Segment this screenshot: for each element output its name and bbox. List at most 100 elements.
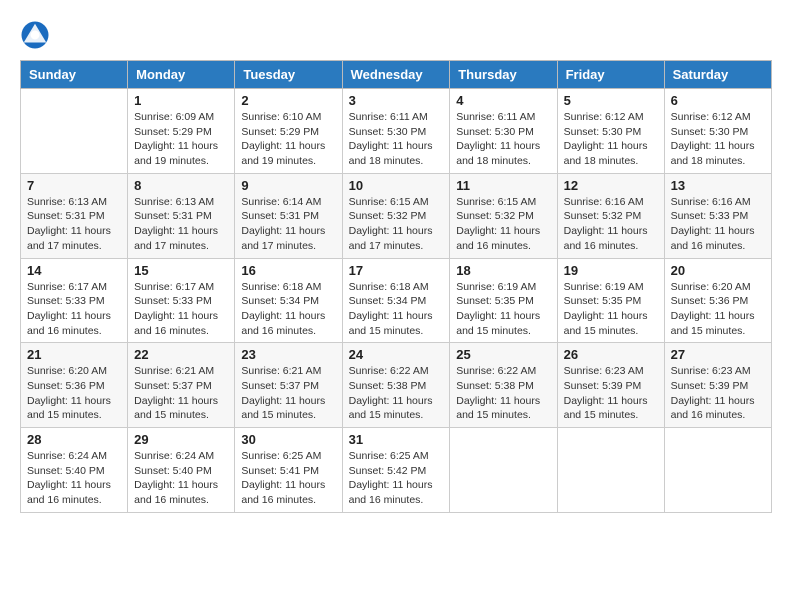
calendar-table: SundayMondayTuesdayWednesdayThursdayFrid…	[20, 60, 772, 513]
day-number: 9	[241, 178, 335, 193]
day-info: Sunrise: 6:25 AM Sunset: 5:41 PM Dayligh…	[241, 449, 335, 508]
day-info: Sunrise: 6:13 AM Sunset: 5:31 PM Dayligh…	[27, 195, 121, 254]
day-cell: 20 Sunrise: 6:20 AM Sunset: 5:36 PM Dayli…	[664, 258, 771, 343]
day-cell: 10Sunrise: 6:15 AM Sunset: 5:32 PM Dayli…	[342, 173, 450, 258]
day-number: 7	[27, 178, 121, 193]
day-cell: 1Sunrise: 6:09 AM Sunset: 5:29 PM Daylig…	[128, 89, 235, 174]
col-header-tuesday: Tuesday	[235, 61, 342, 89]
day-number: 27	[671, 347, 765, 362]
day-cell: 8 Sunrise: 6:13 AM Sunset: 5:31 PM Daylig…	[128, 173, 235, 258]
day-cell: 9 Sunrise: 6:14 AM Sunset: 5:31 PM Daylig…	[235, 173, 342, 258]
day-info: Sunrise: 6:17 AM Sunset: 5:33 PM Dayligh…	[134, 280, 228, 339]
day-cell	[664, 428, 771, 513]
page-header	[20, 20, 772, 50]
day-info: Sunrise: 6:18 AM Sunset: 5:34 PM Dayligh…	[349, 280, 444, 339]
day-info: Sunrise: 6:15 AM Sunset: 5:32 PM Dayligh…	[456, 195, 550, 254]
day-cell: 22Sunrise: 6:21 AM Sunset: 5:37 PM Dayli…	[128, 343, 235, 428]
day-number: 3	[349, 93, 444, 108]
day-number: 24	[349, 347, 444, 362]
day-info: Sunrise: 6:21 AM Sunset: 5:37 PM Dayligh…	[241, 364, 335, 423]
day-cell: 26 Sunrise: 6:23 AM Sunset: 5:39 PM Dayli…	[557, 343, 664, 428]
day-number: 25	[456, 347, 550, 362]
day-number: 8	[134, 178, 228, 193]
day-number: 20	[671, 263, 765, 278]
day-info: Sunrise: 6:18 AM Sunset: 5:34 PM Dayligh…	[241, 280, 335, 339]
day-info: Sunrise: 6:14 AM Sunset: 5:31 PM Dayligh…	[241, 195, 335, 254]
week-row-4: 21Sunrise: 6:20 AM Sunset: 5:36 PM Dayli…	[21, 343, 772, 428]
col-header-wednesday: Wednesday	[342, 61, 450, 89]
day-info: Sunrise: 6:11 AM Sunset: 5:30 PM Dayligh…	[456, 110, 550, 169]
day-info: Sunrise: 6:12 AM Sunset: 5:30 PM Dayligh…	[671, 110, 765, 169]
day-number: 4	[456, 93, 550, 108]
day-cell: 18 Sunrise: 6:19 AM Sunset: 5:35 PM Dayli…	[450, 258, 557, 343]
day-number: 19	[564, 263, 658, 278]
col-header-friday: Friday	[557, 61, 664, 89]
day-number: 26	[564, 347, 658, 362]
day-number: 28	[27, 432, 121, 447]
calendar-body: 1Sunrise: 6:09 AM Sunset: 5:29 PM Daylig…	[21, 89, 772, 513]
day-cell: 7 Sunrise: 6:13 AM Sunset: 5:31 PM Daylig…	[21, 173, 128, 258]
day-info: Sunrise: 6:19 AM Sunset: 5:35 PM Dayligh…	[456, 280, 550, 339]
day-info: Sunrise: 6:09 AM Sunset: 5:29 PM Dayligh…	[134, 110, 228, 169]
logo-icon	[20, 20, 50, 50]
day-info: Sunrise: 6:23 AM Sunset: 5:39 PM Dayligh…	[564, 364, 658, 423]
day-cell: 23 Sunrise: 6:21 AM Sunset: 5:37 PM Dayli…	[235, 343, 342, 428]
day-cell: 12 Sunrise: 6:16 AM Sunset: 5:32 PM Dayli…	[557, 173, 664, 258]
col-header-monday: Monday	[128, 61, 235, 89]
day-number: 23	[241, 347, 335, 362]
day-cell: 16 Sunrise: 6:18 AM Sunset: 5:34 PM Dayli…	[235, 258, 342, 343]
logo	[20, 20, 54, 50]
day-info: Sunrise: 6:12 AM Sunset: 5:30 PM Dayligh…	[564, 110, 658, 169]
day-number: 6	[671, 93, 765, 108]
day-number: 17	[349, 263, 444, 278]
day-info: Sunrise: 6:16 AM Sunset: 5:33 PM Dayligh…	[671, 195, 765, 254]
col-header-thursday: Thursday	[450, 61, 557, 89]
day-number: 13	[671, 178, 765, 193]
day-cell: 25 Sunrise: 6:22 AM Sunset: 5:38 PM Dayli…	[450, 343, 557, 428]
col-header-sunday: Sunday	[21, 61, 128, 89]
day-number: 15	[134, 263, 228, 278]
day-number: 30	[241, 432, 335, 447]
day-cell: 31 Sunrise: 6:25 AM Sunset: 5:42 PM Dayli…	[342, 428, 450, 513]
day-info: Sunrise: 6:25 AM Sunset: 5:42 PM Dayligh…	[349, 449, 444, 508]
col-header-saturday: Saturday	[664, 61, 771, 89]
day-cell: 6 Sunrise: 6:12 AM Sunset: 5:30 PM Daylig…	[664, 89, 771, 174]
day-info: Sunrise: 6:17 AM Sunset: 5:33 PM Dayligh…	[27, 280, 121, 339]
week-row-5: 28 Sunrise: 6:24 AM Sunset: 5:40 PM Dayli…	[21, 428, 772, 513]
day-cell: 5 Sunrise: 6:12 AM Sunset: 5:30 PM Daylig…	[557, 89, 664, 174]
day-info: Sunrise: 6:22 AM Sunset: 5:38 PM Dayligh…	[349, 364, 444, 423]
day-cell: 21Sunrise: 6:20 AM Sunset: 5:36 PM Dayli…	[21, 343, 128, 428]
day-number: 10	[349, 178, 444, 193]
day-cell: 3 Sunrise: 6:11 AM Sunset: 5:30 PM Daylig…	[342, 89, 450, 174]
day-cell: 14 Sunrise: 6:17 AM Sunset: 5:33 PM Dayli…	[21, 258, 128, 343]
day-cell: 11Sunrise: 6:15 AM Sunset: 5:32 PM Dayli…	[450, 173, 557, 258]
day-info: Sunrise: 6:16 AM Sunset: 5:32 PM Dayligh…	[564, 195, 658, 254]
day-cell: 2Sunrise: 6:10 AM Sunset: 5:29 PM Daylig…	[235, 89, 342, 174]
day-info: Sunrise: 6:21 AM Sunset: 5:37 PM Dayligh…	[134, 364, 228, 423]
day-info: Sunrise: 6:19 AM Sunset: 5:35 PM Dayligh…	[564, 280, 658, 339]
day-number: 14	[27, 263, 121, 278]
day-cell: 15 Sunrise: 6:17 AM Sunset: 5:33 PM Dayli…	[128, 258, 235, 343]
day-number: 5	[564, 93, 658, 108]
day-cell: 24 Sunrise: 6:22 AM Sunset: 5:38 PM Dayli…	[342, 343, 450, 428]
day-cell: 27 Sunrise: 6:23 AM Sunset: 5:39 PM Dayli…	[664, 343, 771, 428]
day-number: 16	[241, 263, 335, 278]
day-info: Sunrise: 6:13 AM Sunset: 5:31 PM Dayligh…	[134, 195, 228, 254]
day-cell: 30 Sunrise: 6:25 AM Sunset: 5:41 PM Dayli…	[235, 428, 342, 513]
day-number: 12	[564, 178, 658, 193]
day-number: 18	[456, 263, 550, 278]
day-cell: 28 Sunrise: 6:24 AM Sunset: 5:40 PM Dayli…	[21, 428, 128, 513]
day-info: Sunrise: 6:24 AM Sunset: 5:40 PM Dayligh…	[134, 449, 228, 508]
day-number: 31	[349, 432, 444, 447]
day-cell	[557, 428, 664, 513]
week-row-3: 14 Sunrise: 6:17 AM Sunset: 5:33 PM Dayli…	[21, 258, 772, 343]
day-info: Sunrise: 6:23 AM Sunset: 5:39 PM Dayligh…	[671, 364, 765, 423]
day-info: Sunrise: 6:11 AM Sunset: 5:30 PM Dayligh…	[349, 110, 444, 169]
day-info: Sunrise: 6:24 AM Sunset: 5:40 PM Dayligh…	[27, 449, 121, 508]
day-info: Sunrise: 6:22 AM Sunset: 5:38 PM Dayligh…	[456, 364, 550, 423]
day-cell: 19 Sunrise: 6:19 AM Sunset: 5:35 PM Dayli…	[557, 258, 664, 343]
week-row-2: 7 Sunrise: 6:13 AM Sunset: 5:31 PM Daylig…	[21, 173, 772, 258]
day-info: Sunrise: 6:10 AM Sunset: 5:29 PM Dayligh…	[241, 110, 335, 169]
day-cell: 17 Sunrise: 6:18 AM Sunset: 5:34 PM Dayli…	[342, 258, 450, 343]
day-info: Sunrise: 6:20 AM Sunset: 5:36 PM Dayligh…	[671, 280, 765, 339]
